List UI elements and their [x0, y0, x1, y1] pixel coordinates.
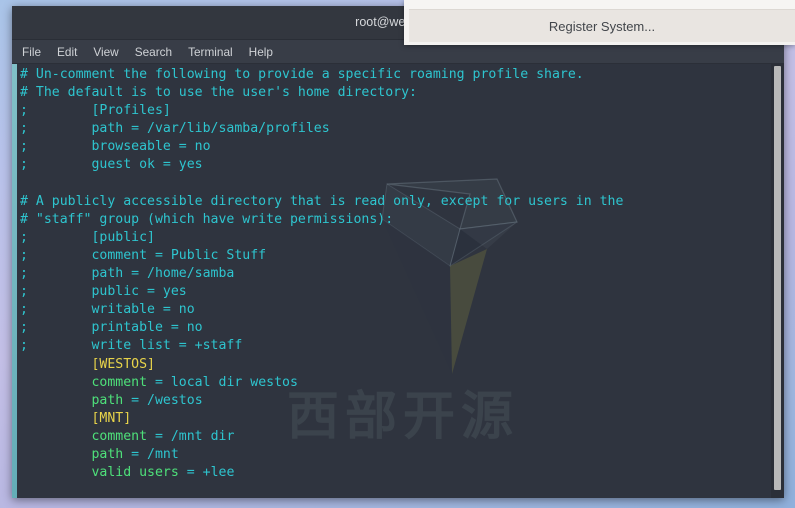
terminal-scrollbar[interactable] [771, 64, 784, 498]
menu-item-search[interactable]: Search [135, 45, 172, 59]
menu-item-file[interactable]: File [22, 45, 41, 59]
code-line: ; write list = +staff [20, 338, 243, 354]
code-line: [MNT] [91, 410, 132, 426]
vim-buffer-text: # Un-comment the following to provide a … [20, 66, 770, 482]
code-line: ; public = yes [20, 284, 187, 300]
code-line: [WESTOS] [91, 356, 155, 372]
code-line: valid users = +lee [91, 465, 235, 481]
register-system-label: Register System... [548, 18, 656, 34]
desktop-background: root@westoslin File Edit View Search Ter… [0, 0, 795, 508]
code-line: # "staff" group (which have write permis… [20, 211, 394, 227]
terminal-window: root@westoslin File Edit View Search Ter… [12, 6, 784, 498]
terminal-left-accent [12, 64, 17, 498]
menu-item-edit[interactable]: Edit [57, 45, 77, 59]
menu-item-terminal[interactable]: Terminal [188, 45, 233, 59]
code-line: path = /westos [91, 392, 203, 408]
code-line: ; printable = no [20, 320, 203, 336]
code-line: ; browseable = no [20, 139, 211, 155]
terminal-scrollbar-thumb[interactable] [774, 66, 781, 490]
code-line: path = /mnt [91, 446, 179, 462]
code-line: ; guest ok = yes [20, 157, 203, 173]
code-line: ; writable = no [20, 302, 195, 318]
code-line: ; comment = Public Stuff [20, 247, 267, 263]
terminal-content-area[interactable]: 西部开源 # Un-comment the following to provi… [12, 64, 784, 498]
code-line: comment = local dir westos [91, 374, 298, 390]
menu-item-view[interactable]: View [93, 45, 118, 59]
menu-item-help[interactable]: Help [249, 45, 273, 59]
code-line: # Un-comment the following to provide a … [20, 67, 584, 82]
register-dialog-body: Register System... [409, 9, 795, 42]
register-dialog-titlebar [404, 0, 795, 9]
code-line: comment = /mnt dir [91, 428, 235, 444]
code-line: ; [public] [20, 229, 155, 245]
code-line: ; path = /home/samba [20, 266, 235, 282]
code-line: # The default is to use the user's home … [20, 85, 417, 101]
code-line: # A publicly accessible directory that i… [20, 193, 624, 209]
code-line: ; path = /var/lib/samba/profiles [20, 121, 330, 137]
code-line: ; [Profiles] [20, 103, 171, 119]
register-system-dialog[interactable]: Register System... [404, 0, 795, 45]
